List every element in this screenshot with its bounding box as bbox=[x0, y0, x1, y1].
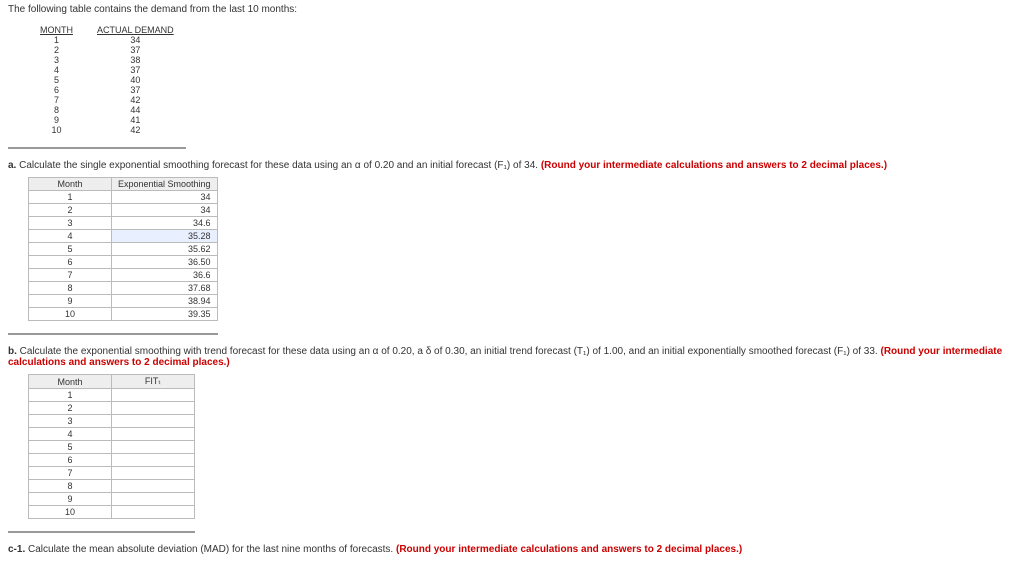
table-row: 8 bbox=[29, 480, 195, 493]
table-row: 1 bbox=[29, 389, 195, 402]
intro-text: The following table contains the demand … bbox=[8, 4, 1024, 15]
col-actual-demand: ACTUAL DEMAND bbox=[85, 25, 186, 35]
question-prefix: c-1. bbox=[8, 544, 28, 555]
demand-table: MONTH ACTUAL DEMAND 134 237 338 437 540 … bbox=[28, 25, 186, 135]
col-fit: FITₜ bbox=[112, 375, 195, 389]
table-row: 844 bbox=[28, 105, 186, 115]
table-row: 10 bbox=[29, 506, 195, 519]
table-row: 134 bbox=[29, 191, 218, 204]
table-row: 338 bbox=[28, 55, 186, 65]
col-exp-smoothing: Exponential Smoothing bbox=[112, 178, 218, 191]
question-prefix: a. bbox=[8, 160, 19, 171]
col-month: Month bbox=[29, 375, 112, 389]
table-row: 435.28 bbox=[29, 230, 218, 243]
exp-smoothing-table: Month Exponential Smoothing 134 234 334.… bbox=[28, 177, 218, 321]
table-row: 742 bbox=[28, 95, 186, 105]
table-row: 3 bbox=[29, 415, 195, 428]
table-row: 837.68 bbox=[29, 282, 218, 295]
table-row: 234 bbox=[29, 204, 218, 217]
table-row: 6 bbox=[29, 454, 195, 467]
table-row: 134 bbox=[28, 35, 186, 45]
table-row: 1042 bbox=[28, 125, 186, 135]
question-b: b. Calculate the exponential smoothing w… bbox=[8, 346, 1024, 368]
table-row: 941 bbox=[28, 115, 186, 125]
col-month: MONTH bbox=[28, 25, 85, 35]
table-row: 237 bbox=[28, 45, 186, 55]
table-row: 2 bbox=[29, 402, 195, 415]
table-row: 437 bbox=[28, 65, 186, 75]
table-row: 9 bbox=[29, 493, 195, 506]
table-row: 334.6 bbox=[29, 217, 218, 230]
table-row: 1039.35 bbox=[29, 308, 218, 321]
question-bold: (Round your intermediate calculations an… bbox=[396, 544, 742, 555]
question-text: Calculate the exponential smoothing with… bbox=[20, 346, 881, 357]
table-row: 938.94 bbox=[29, 295, 218, 308]
table-row: 736.6 bbox=[29, 269, 218, 282]
question-text: Calculate the single exponential smoothi… bbox=[19, 160, 541, 171]
table-row: 636.50 bbox=[29, 256, 218, 269]
table-row: 540 bbox=[28, 75, 186, 85]
question-c1: c-1. Calculate the mean absolute deviati… bbox=[8, 544, 1024, 555]
col-month: Month bbox=[29, 178, 112, 191]
table-row: 4 bbox=[29, 428, 195, 441]
question-prefix: b. bbox=[8, 346, 20, 357]
fit-table: Month FITₜ 1 2 3 4 5 6 7 8 9 10 bbox=[28, 374, 195, 519]
table-row: 535.62 bbox=[29, 243, 218, 256]
table-row: 637 bbox=[28, 85, 186, 95]
question-bold: (Round your intermediate calculations an… bbox=[541, 160, 887, 171]
question-text: Calculate the mean absolute deviation (M… bbox=[28, 544, 396, 555]
table-row: 5 bbox=[29, 441, 195, 454]
question-a: a. Calculate the single exponential smoo… bbox=[8, 160, 1024, 171]
table-row: 7 bbox=[29, 467, 195, 480]
